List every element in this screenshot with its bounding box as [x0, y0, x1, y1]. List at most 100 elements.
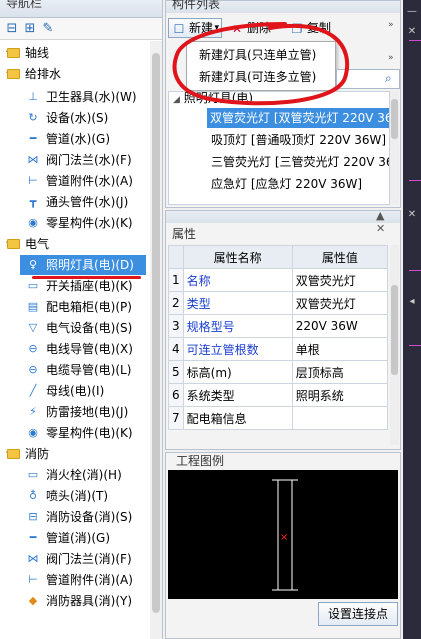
tree-item[interactable]: ━ 管道(消)(G) — [0, 528, 150, 548]
table-row[interactable]: 6 系统类型 照明系统 — [168, 383, 389, 407]
property-value[interactable]: 单根 — [291, 337, 389, 361]
tree-item[interactable]: ⊢ 管道附件(消)(A) — [0, 570, 150, 590]
tree-item-lighting-selected[interactable]: ♀ 照明灯具(电)(D) — [20, 255, 146, 275]
tree-item[interactable]: ⊢ 管道附件(水)(A) — [0, 171, 150, 191]
table-row[interactable]: 2 类型 双管荧光灯 — [168, 291, 389, 315]
tee-icon: ┳ — [29, 195, 37, 208]
property-name: 可连立管根数 — [182, 337, 293, 361]
annotation-underline — [32, 276, 141, 279]
tree-item[interactable]: ◉ 零星构件(水)(K) — [0, 213, 150, 233]
tree-item-label: 喷头(消)(T) — [46, 489, 109, 503]
properties-scrollbar[interactable] — [390, 245, 399, 445]
tree-item-label: 电线导管(电)(X) — [46, 342, 133, 356]
tree-item[interactable]: ▭ 消火栓(消)(H) — [0, 465, 150, 485]
table-row[interactable]: 3 规格型号 220V 36W — [168, 314, 389, 338]
close-icon[interactable]: ▲ ✕ — [376, 209, 396, 235]
tree-category-plumbing[interactable]: − 给排水 — [0, 64, 150, 84]
table-row[interactable]: 5 标高(m) 层顶标高 — [168, 360, 389, 384]
property-name: 规格型号 — [182, 314, 293, 338]
row-index: 3 — [168, 314, 184, 338]
component-item[interactable]: 三管荧光灯 [三管荧光灯 220V 36 — [211, 152, 389, 172]
scrollbar-thumb[interactable] — [391, 285, 398, 375]
tree-item[interactable]: ▤ 配电箱柜(电)(P) — [0, 297, 150, 317]
menu-item-new-multi-riser[interactable]: 新建灯具(可连多立管) — [199, 67, 316, 87]
lamp-icon: ♀ — [28, 258, 38, 271]
property-value[interactable]: 双管荧光灯 — [291, 291, 389, 315]
diagram-canvas[interactable]: × — [168, 470, 398, 599]
property-value[interactable]: 层顶标高 — [291, 360, 389, 384]
component-toolbar: ☐ 新建 ▾ ✕ 删除 ❐ 复制 » — [166, 14, 400, 40]
panel-title: 属性 — [172, 227, 197, 241]
tree-item[interactable]: ⊖ 电缆导管(电)(L) — [0, 360, 150, 380]
search-input[interactable]: ⌕ — [336, 69, 400, 89]
search-icon[interactable]: ⌕ — [385, 71, 399, 87]
set-connection-point-button[interactable]: 设置连接点 — [318, 602, 398, 626]
table-header-row: 属性名称 属性值 — [168, 245, 389, 269]
table-row[interactable]: 1 名称 双管荧光灯 — [168, 268, 389, 292]
column-header-value: 属性值 — [291, 245, 389, 269]
tree-item[interactable]: ⋈ 阀门法兰(水)(F) — [0, 150, 150, 170]
tree-item[interactable]: ┳ 通头管件(水)(J) — [0, 192, 150, 212]
tree-item[interactable]: ⋈ 阀门法兰(消)(F) — [0, 549, 150, 569]
tree-item[interactable]: ◆ 消防器具(消)(Y) — [0, 591, 150, 611]
property-value[interactable] — [291, 406, 389, 430]
tree-item-label: 零星构件(水)(K) — [46, 216, 133, 230]
dropdown-arrow-icon: ▾ — [214, 23, 219, 33]
collapse-icon[interactable]: ◢ — [173, 95, 180, 105]
tree-item[interactable]: ━ 管道(水)(G) — [0, 129, 150, 149]
collapse-all-icon[interactable]: ⊟ — [4, 21, 20, 37]
tree-category-electrical[interactable]: − 电气 — [0, 234, 150, 254]
tree-item[interactable]: ⊟ 消防设备(消)(S) — [0, 507, 150, 527]
tree-category-fire[interactable]: − 消防 — [0, 444, 150, 464]
drawing-area-edge[interactable]: — ✕ ✕ ◂ — [403, 0, 421, 639]
scrollbar-thumb[interactable] — [391, 99, 398, 139]
tree-item-label: 管道(消)(G) — [46, 531, 111, 545]
tree-category-axis[interactable]: + 轴线 — [0, 43, 150, 63]
component-item[interactable]: 吸顶灯 [普通吸顶灯 220V 36W] — [211, 130, 386, 150]
delete-button[interactable]: ✕ 删除 — [226, 18, 286, 38]
tree-item[interactable]: ◉ 零星构件(电)(K) — [0, 423, 150, 443]
minimize-icon[interactable]: — — [403, 2, 421, 22]
menu-item-new-single-riser[interactable]: 新建灯具(只连单立管) — [199, 45, 316, 65]
property-value[interactable]: 照明系统 — [291, 383, 389, 407]
tree-group[interactable]: ◢ 照明灯具(电) — [173, 92, 253, 108]
component-item[interactable]: 应急灯 [应急灯 220V 36W] — [211, 174, 362, 194]
tree-item-label: 阀门法兰(水)(F) — [46, 153, 132, 167]
copy-button[interactable]: ❐ 复制 — [286, 18, 342, 38]
component-item-selected[interactable]: 双管荧光灯 [双管荧光灯 220V 36 — [207, 108, 389, 128]
tree-item[interactable]: ⚡ 防雷接地(电)(J) — [0, 402, 150, 422]
component-scrollbar[interactable] — [390, 91, 399, 205]
button-label: 设置连接点 — [327, 607, 388, 621]
close-icon[interactable]: ✕ — [403, 205, 421, 225]
tree-item[interactable]: ▭ 开关插座(电)(K) — [0, 276, 150, 296]
property-name: 标高(m) — [182, 360, 293, 384]
property-value[interactable]: 220V 36W — [291, 314, 389, 338]
more-icon[interactable]: » — [388, 20, 394, 30]
property-value[interactable]: 双管荧光灯 — [291, 268, 389, 292]
close-icon[interactable]: ✕ — [403, 22, 421, 42]
new-button[interactable]: ☐ 新建 ▾ — [168, 18, 222, 38]
new-icon: ☐ — [173, 22, 185, 36]
folder-icon — [7, 69, 20, 79]
edit-icon[interactable]: ✎ — [40, 21, 56, 37]
sprinkler-icon: ♁ — [28, 489, 38, 502]
expand-all-icon[interactable]: ⊞ — [22, 21, 38, 37]
tree-item[interactable]: ▽ 电气设备(电)(S) — [0, 318, 150, 338]
tree-item[interactable]: ╱ 母线(电)(I) — [0, 381, 150, 401]
scrollbar-thumb[interactable] — [152, 53, 160, 613]
pipe-icon: ━ — [29, 132, 37, 145]
misc-icon: ◉ — [28, 216, 38, 229]
index-header — [168, 245, 184, 269]
delete-icon: ✕ — [231, 22, 243, 36]
tree-item[interactable]: ♁ 喷头(消)(T) — [0, 486, 150, 506]
tree-item[interactable]: ⊥ 卫生器具(水)(W) — [0, 87, 150, 107]
switch-icon: ▭ — [27, 279, 39, 292]
collapse-arrow-icon[interactable]: ◂ — [403, 292, 421, 312]
tree-item[interactable]: ↻ 设备(水)(S) — [0, 108, 150, 128]
nav-scrollbar[interactable] — [150, 41, 162, 639]
tree-item[interactable]: ⊖ 电线导管(电)(X) — [0, 339, 150, 359]
more-icon[interactable]: » — [388, 53, 394, 63]
table-row[interactable]: 7 配电箱信息 — [168, 406, 389, 430]
valve-icon: ⋈ — [27, 153, 39, 166]
table-row[interactable]: 4 可连立管根数 单根 — [168, 337, 389, 361]
